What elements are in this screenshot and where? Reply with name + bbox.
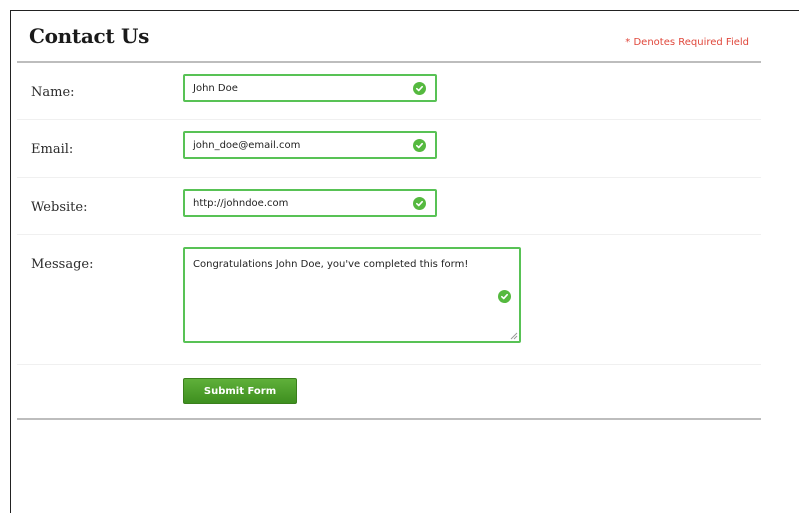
website-row: Website: http://johndoe.com [17,178,761,235]
check-circle-icon [413,82,426,95]
name-row: Name: John Doe [17,63,761,120]
website-input-value: http://johndoe.com [193,198,289,209]
check-circle-icon [498,290,511,303]
contact-form: Contact Us * Denotes Required Field Name… [17,11,761,420]
email-input-value: john_doe@email.com [193,140,301,151]
required-field-note: * Denotes Required Field [625,37,749,48]
frame-border-left [10,10,11,513]
submit-button[interactable]: Submit Form [183,378,297,404]
submit-row: Submit Form [17,365,761,420]
email-row: Email: john_doe@email.com [17,120,761,178]
email-label: Email: [31,142,74,157]
message-label: Message: [31,257,94,272]
message-row: Message: Congratulations John Doe, you'v… [17,235,761,365]
website-label: Website: [31,200,88,215]
page-title: Contact Us [29,24,150,48]
resize-grip-icon[interactable] [510,332,518,340]
website-input[interactable]: http://johndoe.com [183,189,437,217]
name-input[interactable]: John Doe [183,74,437,102]
email-input[interactable]: john_doe@email.com [183,131,437,159]
name-input-value: John Doe [193,83,238,94]
check-circle-icon [413,197,426,210]
check-circle-icon [413,139,426,152]
name-label: Name: [31,85,75,100]
message-textarea-value: Congratulations John Doe, you've complet… [193,259,469,270]
form-header: Contact Us * Denotes Required Field [17,11,761,63]
message-textarea[interactable]: Congratulations John Doe, you've complet… [183,247,521,343]
